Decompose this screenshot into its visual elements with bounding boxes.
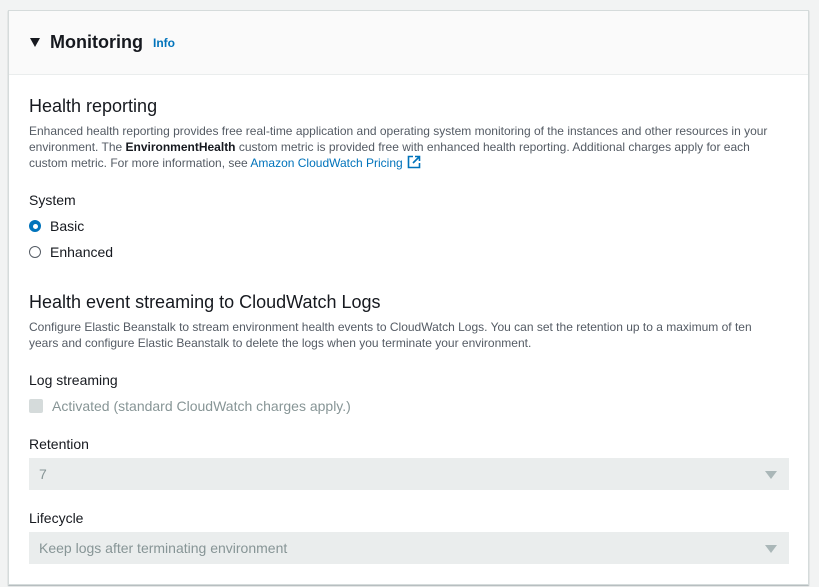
info-link[interactable]: Info <box>153 36 175 50</box>
retention-value: 7 <box>39 466 47 482</box>
lifecycle-label: Lifecycle <box>29 510 84 526</box>
caret-down-icon <box>765 471 777 479</box>
panel-header[interactable]: Monitoring Info <box>9 11 808 75</box>
health-reporting-heading: Health reporting <box>29 96 158 116</box>
radio-basic[interactable]: Basic <box>29 216 84 236</box>
monitoring-panel: Monitoring Info Health reporting Enhance… <box>8 10 809 585</box>
log-streaming-checkbox: Activated (standard CloudWatch charges a… <box>29 396 351 416</box>
checkbox-control <box>29 399 43 413</box>
lifecycle-select: Keep logs after terminating environment <box>29 532 789 564</box>
log-streaming-label: Log streaming <box>29 372 118 388</box>
health-reporting-description: Enhanced health reporting provides free … <box>29 124 768 170</box>
system-label: System <box>29 192 76 208</box>
streaming-description: Configure Elastic Beanstalk to stream en… <box>29 320 752 350</box>
retention-select: 7 <box>29 458 789 490</box>
caret-down-icon[interactable] <box>30 38 40 47</box>
lifecycle-value: Keep logs after terminating environment <box>39 540 288 556</box>
external-link-icon[interactable] <box>407 155 421 169</box>
checkbox-label: Activated (standard CloudWatch charges a… <box>52 398 351 414</box>
streaming-heading: Health event streaming to CloudWatch Log… <box>29 292 381 312</box>
radio-enhanced-label[interactable]: Enhanced <box>50 244 113 260</box>
radio-basic-control[interactable] <box>29 220 41 232</box>
cloudwatch-pricing-link[interactable]: Amazon CloudWatch Pricing <box>250 155 421 170</box>
radio-enhanced-control[interactable] <box>29 246 41 258</box>
caret-down-icon <box>765 545 777 553</box>
panel-title: Monitoring <box>50 32 143 52</box>
retention-label: Retention <box>29 436 89 452</box>
radio-enhanced[interactable]: Enhanced <box>29 242 113 262</box>
radio-basic-label[interactable]: Basic <box>50 218 84 234</box>
